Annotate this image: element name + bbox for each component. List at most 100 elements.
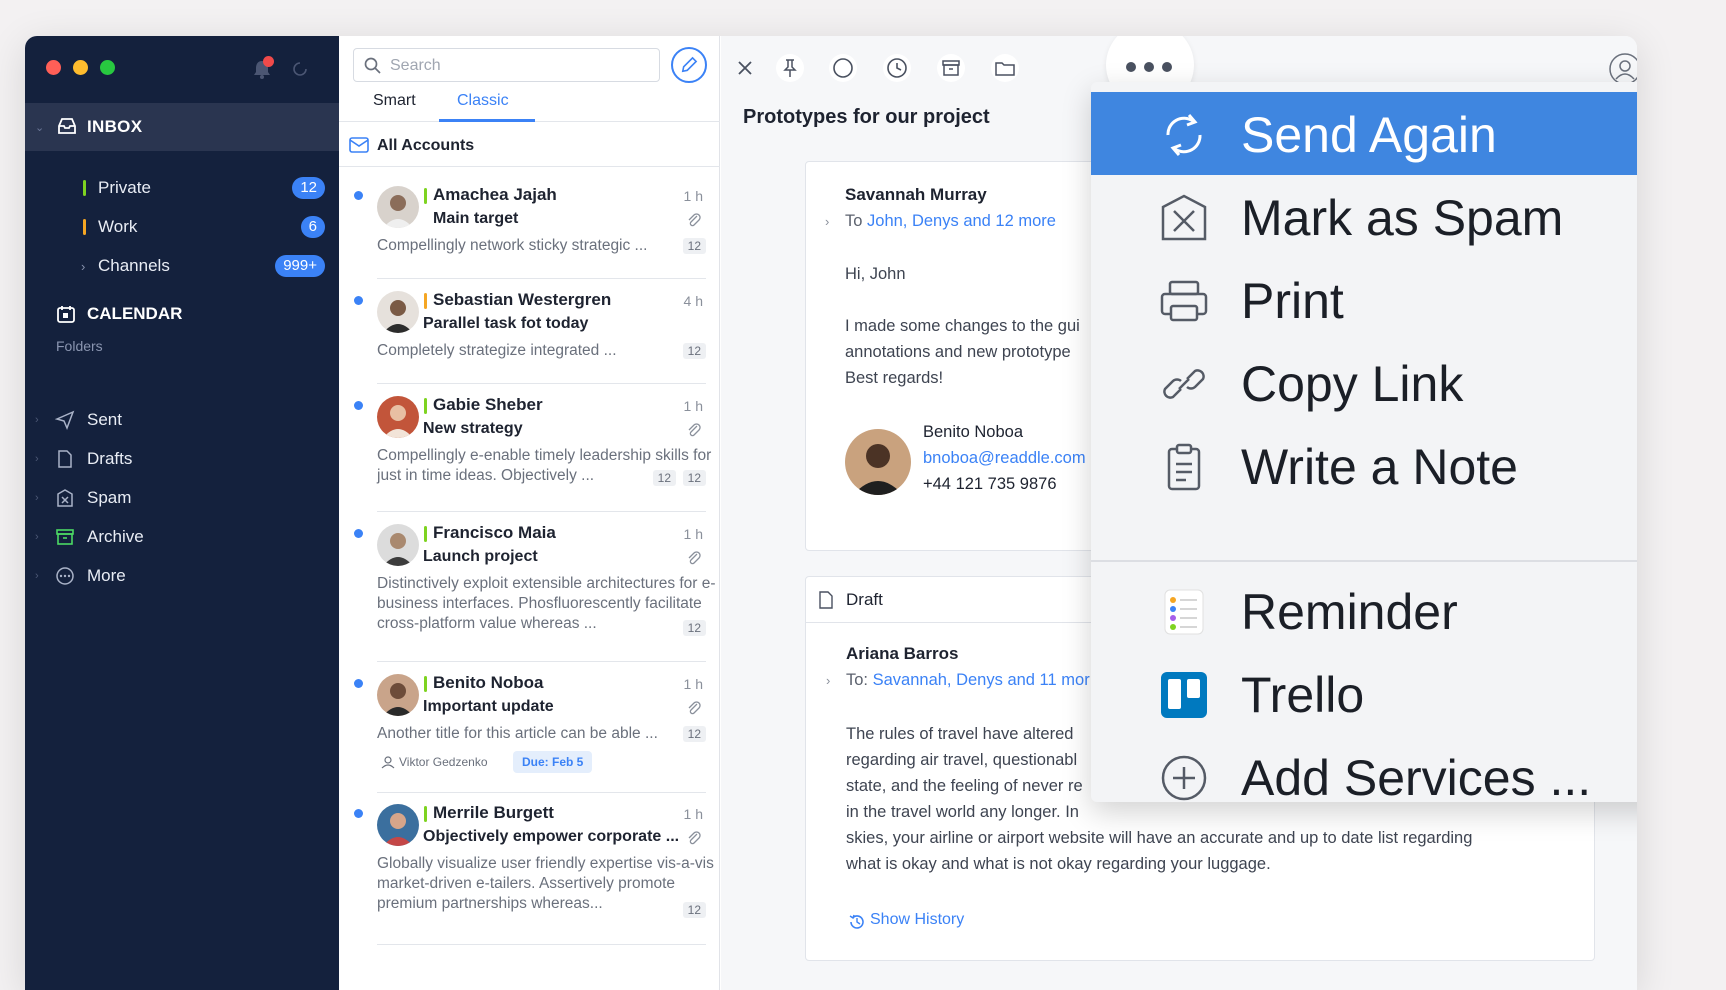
message-subject: Objectively empower corporate ... — [423, 828, 680, 845]
folder-icon[interactable] — [991, 54, 1019, 82]
recipient-names[interactable]: John, Denys and 12 more — [867, 212, 1056, 230]
menu-item-label: Print — [1241, 273, 1344, 329]
message-subject: Launch project — [423, 548, 538, 565]
sync-icon[interactable] — [291, 60, 309, 78]
sidebar-item-inbox[interactable]: ⌄ INBOX — [25, 103, 339, 151]
account-color-bar — [83, 219, 86, 235]
sidebar-item-label: Archive — [87, 527, 144, 546]
menu-item-print[interactable]: Print — [1091, 258, 1637, 341]
email-body-line: I made some changes to the gui — [845, 317, 1080, 335]
sidebar-item-channels[interactable]: › Channels 999+ — [25, 248, 339, 284]
menu-divider — [1091, 560, 1637, 562]
menu-item-send-again[interactable]: Send Again — [1091, 92, 1637, 175]
recipient-names[interactable]: Savannah, Denys and 11 mor — [873, 671, 1090, 689]
mark-done-icon[interactable] — [829, 54, 857, 82]
email-body-line: state, and the feeling of never re — [846, 777, 1083, 795]
archive-icon[interactable] — [937, 54, 965, 82]
trello-icon — [1161, 672, 1207, 718]
due-date-badge[interactable]: Due: Feb 5 — [513, 751, 593, 773]
thread-title: Prototypes for our project — [743, 106, 990, 128]
attachment-icon — [688, 831, 701, 845]
sidebar-item-drafts[interactable]: › Drafts — [25, 441, 339, 477]
list-item[interactable]: Gabie Sheber 1 h New strategy Compelling… — [339, 388, 720, 513]
chevron-down-icon: ⌄ — [35, 121, 45, 134]
compose-button[interactable] — [671, 47, 707, 83]
attachment-icon — [688, 213, 701, 227]
window-controls — [46, 60, 115, 75]
sidebar-item-spam[interactable]: › Spam — [25, 480, 339, 516]
list-item[interactable]: Francisco Maia 1 h Launch project Distin… — [339, 516, 720, 663]
list-item[interactable]: Amachea Jajah 1 h Main target Compelling… — [339, 178, 720, 280]
chevron-right-icon: › — [35, 414, 39, 426]
menu-item-write-a-note[interactable]: Write a Note — [1091, 424, 1637, 507]
sidebar-item-more[interactable]: › More — [25, 558, 339, 594]
sidebar-item-calendar[interactable]: CALENDAR — [25, 294, 339, 334]
list-item[interactable]: Sebastian Westergren 4 h Parallel task f… — [339, 283, 720, 385]
email-body-line: Hi, John — [845, 265, 906, 283]
message-subject: Parallel task fot today — [423, 315, 589, 332]
unread-badge: 6 — [300, 216, 325, 238]
all-accounts-header[interactable]: All Accounts — [339, 124, 720, 167]
active-tab-indicator — [439, 119, 535, 122]
message-preview: Another title for this article can be ab… — [377, 725, 658, 742]
list-item[interactable]: Benito Noboa 1 h Important update Anothe… — [339, 666, 720, 794]
email-body-line: regarding air travel, questionabl — [846, 751, 1078, 769]
chevron-right-icon: › — [35, 492, 39, 504]
minimize-window-button[interactable] — [73, 60, 88, 75]
message-time: 1 h — [683, 188, 703, 204]
sidebar-item-sent[interactable]: › Sent — [25, 402, 339, 438]
unread-dot — [354, 191, 363, 200]
sidebar-item-label: Spam — [87, 488, 132, 507]
message-sender: Sebastian Westergren — [433, 290, 612, 309]
close-icon[interactable] — [731, 54, 759, 82]
menu-item-trello[interactable]: Trello — [1091, 652, 1637, 735]
sidebar-item-label: Channels — [98, 256, 170, 275]
account-color-bar — [424, 806, 427, 822]
list-tabs: Smart Classic — [339, 92, 720, 122]
tab-smart[interactable]: Smart — [373, 92, 416, 122]
snooze-icon[interactable] — [883, 54, 911, 82]
reminders-icon — [1164, 589, 1204, 635]
message-time: 1 h — [683, 398, 703, 414]
sidebar-item-private[interactable]: Private 12 — [25, 170, 339, 206]
menu-item-label: Send Again — [1241, 107, 1497, 163]
email-sender: Savannah Murray — [845, 185, 987, 204]
menu-item-reminder[interactable]: Reminder — [1091, 569, 1637, 652]
menu-item-label: Reminder — [1241, 584, 1458, 640]
sidebar-item-label: INBOX — [87, 117, 143, 136]
unread-badge: 999+ — [275, 255, 325, 277]
zoom-window-button[interactable] — [100, 60, 115, 75]
email-recipients[interactable]: To: Savannah, Denys and 11 mor — [846, 671, 1090, 690]
signature-email[interactable]: bnoboa@readdle.com — [923, 449, 1086, 468]
sidebar-item-work[interactable]: Work 6 — [25, 209, 339, 245]
email-body-line: in the travel world any longer. In — [846, 803, 1079, 821]
menu-item-mark-as-spam[interactable]: Mark as Spam — [1091, 175, 1637, 258]
more-icon — [56, 567, 74, 585]
add-person-icon[interactable] — [1608, 52, 1637, 86]
unread-dot — [354, 529, 363, 538]
email-recipients[interactable]: To John, Denys and 12 more — [845, 212, 1056, 231]
message-preview: Distinctively exploit extensible archite… — [377, 575, 716, 632]
menu-item-add-services[interactable]: Add Services ... — [1091, 735, 1637, 802]
list-item[interactable]: Merrile Burgett 1 h Objectively empower … — [339, 796, 720, 946]
sidebar-item-archive[interactable]: › Archive — [25, 519, 339, 555]
menu-item-copy-link[interactable]: Copy Link — [1091, 341, 1637, 424]
message-sender: Francisco Maia — [433, 523, 556, 542]
add-circle-icon — [1161, 755, 1207, 801]
avatar — [377, 396, 419, 438]
archive-icon — [56, 529, 74, 545]
spam-icon — [1161, 194, 1207, 241]
message-time: 1 h — [683, 806, 703, 822]
tab-classic[interactable]: Classic — [457, 92, 509, 122]
to-prefix: To — [845, 212, 868, 230]
all-accounts-label: All Accounts — [377, 137, 475, 154]
account-color-bar — [424, 676, 427, 692]
menu-item-label: Trello — [1241, 667, 1365, 723]
unread-dot — [354, 679, 363, 688]
search-input[interactable]: Search — [353, 48, 660, 82]
close-window-button[interactable] — [46, 60, 61, 75]
account-color-bar — [424, 526, 427, 542]
menu-item-label: Add Services ... — [1241, 750, 1592, 802]
pin-icon[interactable] — [776, 54, 804, 82]
notification-dot — [263, 56, 274, 67]
